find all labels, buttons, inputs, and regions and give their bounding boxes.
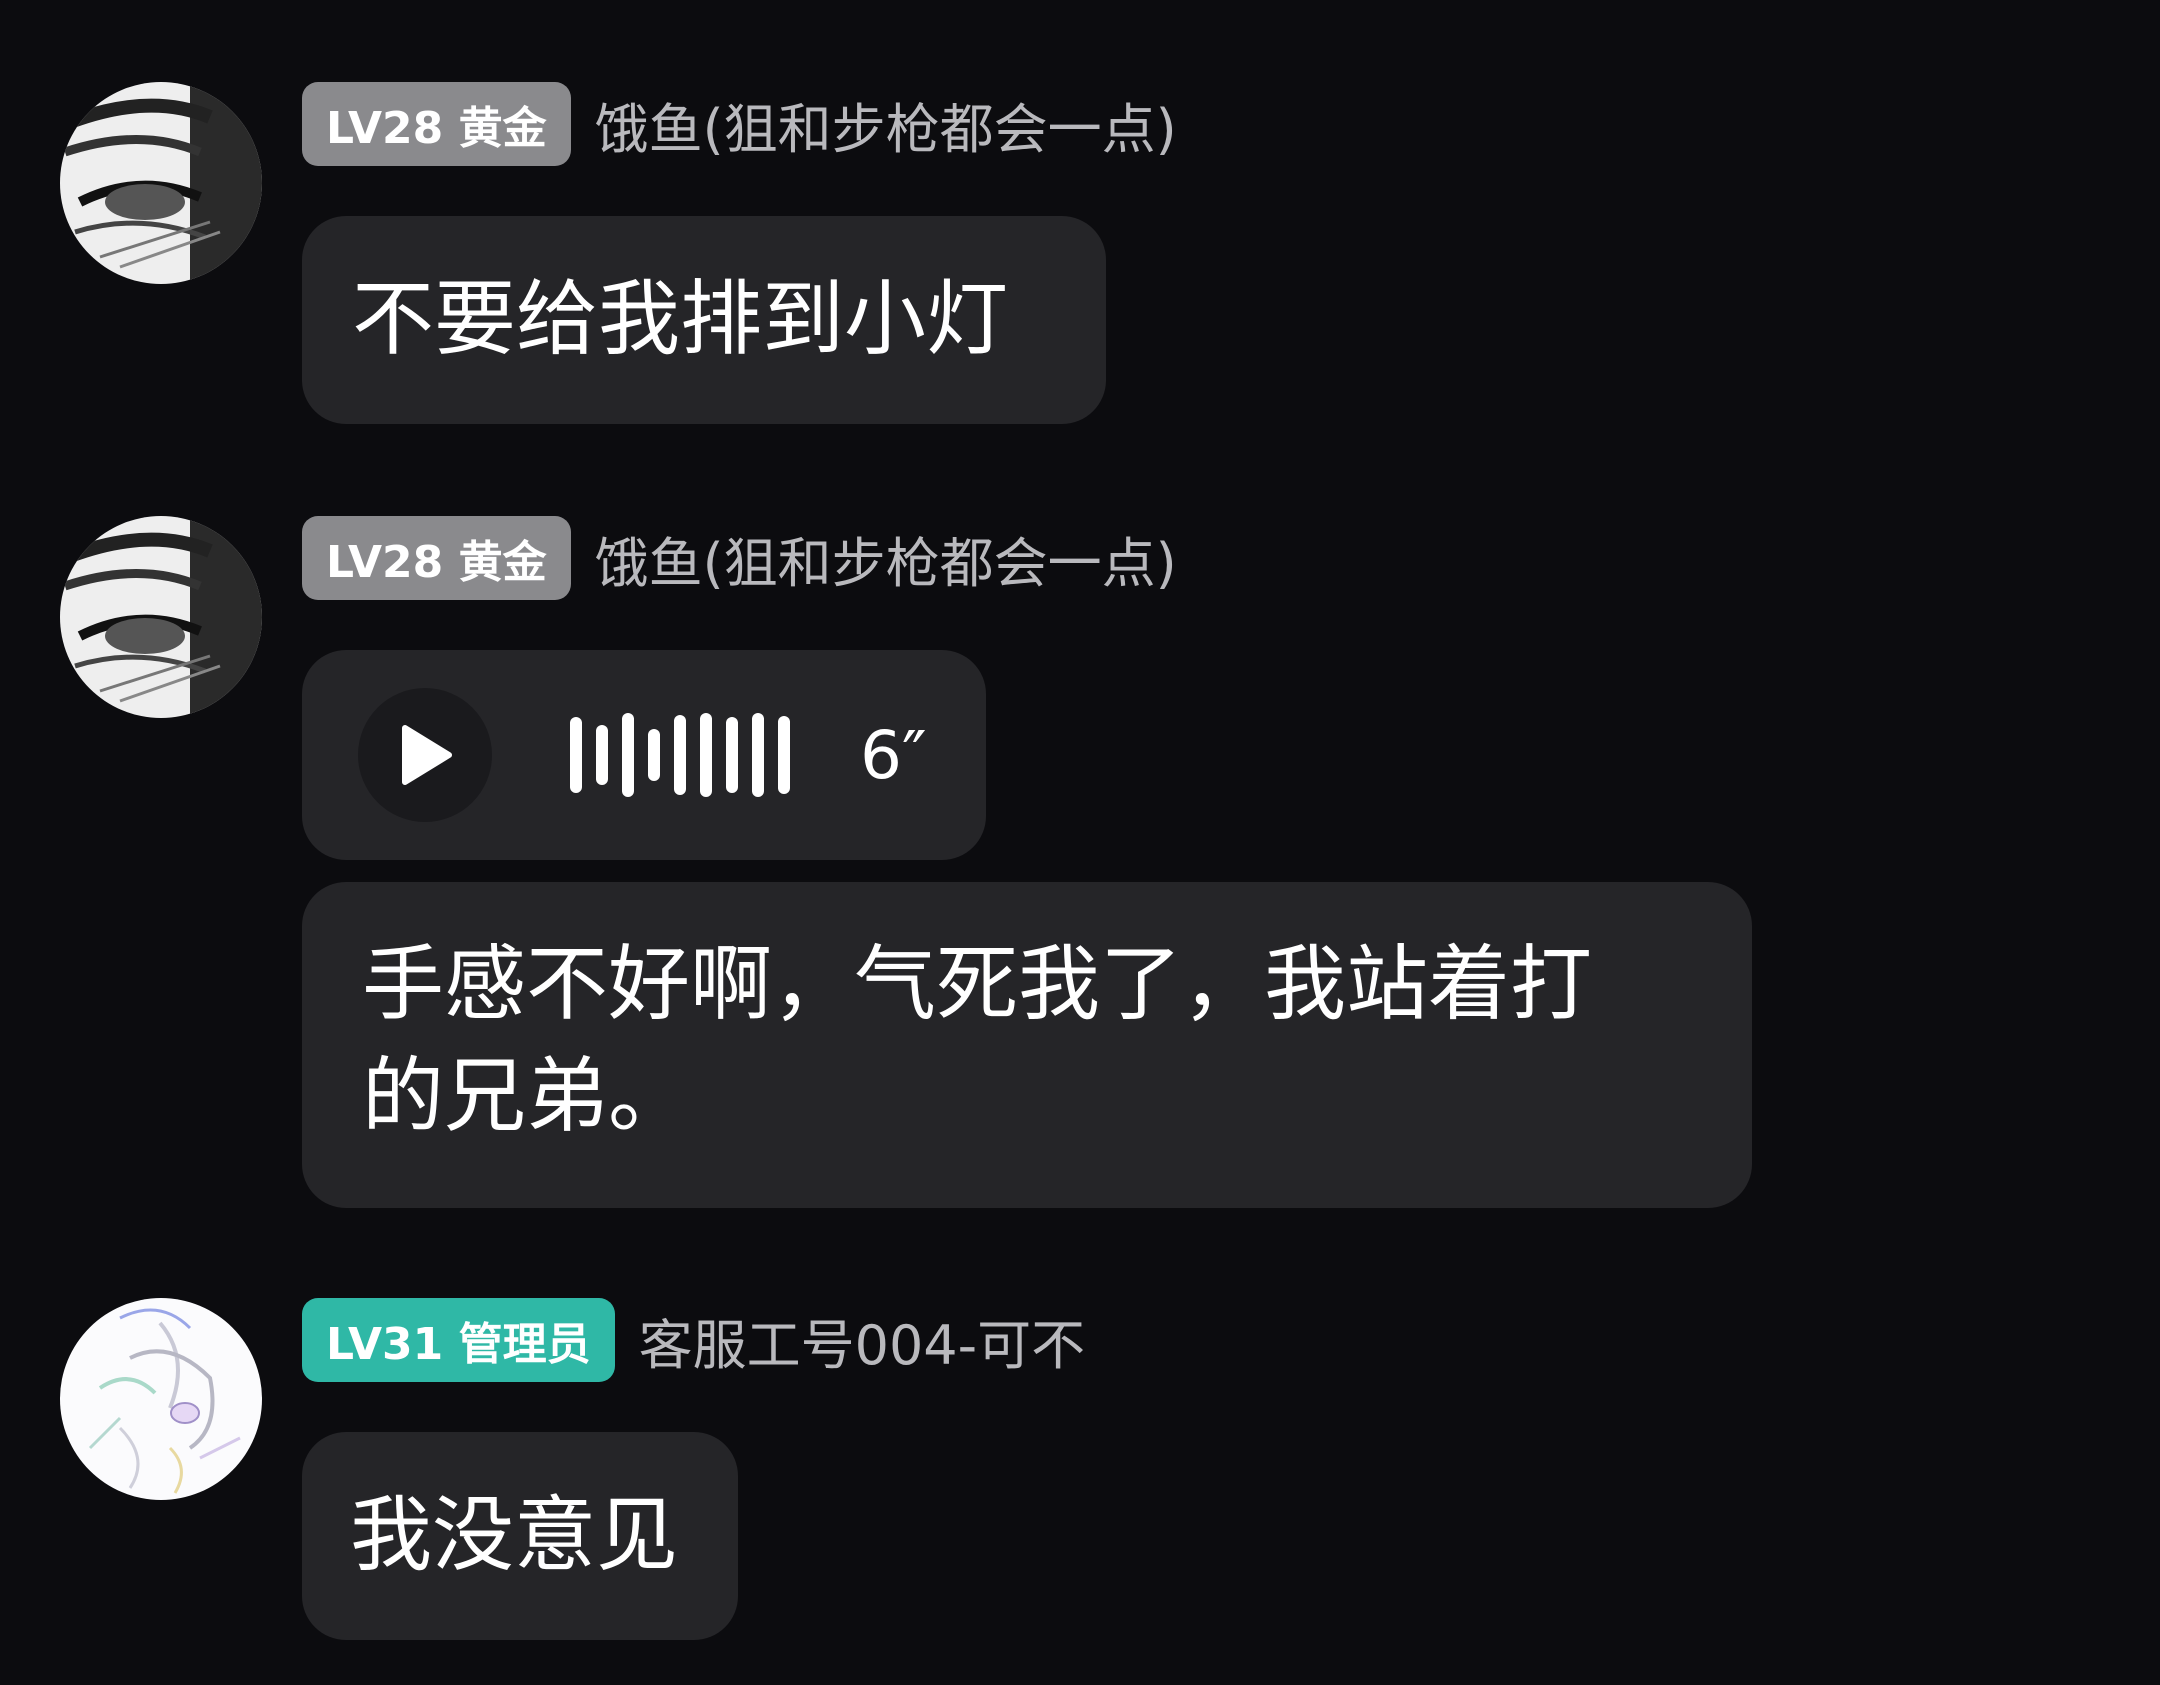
avatar[interactable]	[60, 516, 262, 718]
message-text-line: 手感不好啊，气死我了，我站着打	[362, 937, 1593, 1032]
username[interactable]: 客服工号004-可不	[639, 1301, 1086, 1380]
admin-badge: LV31 管理员	[302, 1298, 615, 1382]
message-text: 不要给我排到小灯	[352, 272, 1009, 367]
message-header: LV28 黄金 饿鱼(狙和步枪都会一点)	[302, 82, 1177, 166]
play-button[interactable]	[358, 688, 492, 822]
username[interactable]: 饿鱼(狙和步枪都会一点)	[595, 519, 1177, 598]
avatar[interactable]	[60, 1298, 262, 1500]
message-header: LV28 黄金 饿鱼(狙和步枪都会一点)	[302, 516, 1177, 600]
play-icon	[402, 725, 452, 785]
message-header: LV31 管理员 客服工号004-可不	[302, 1298, 1085, 1382]
voice-wave-icon	[570, 710, 790, 800]
message-bubble[interactable]: 我没意见	[302, 1432, 738, 1640]
avatar-sketch-eye-image	[60, 82, 262, 284]
avatar-sketch-character-image	[60, 1298, 262, 1500]
level-badge: LV28 黄金	[302, 82, 571, 166]
message-bubble[interactable]: 不要给我排到小灯	[302, 216, 1106, 424]
message-text-line: 的兄弟。	[362, 1049, 691, 1144]
voice-duration: 6″	[860, 716, 927, 794]
avatar[interactable]	[60, 82, 262, 284]
message-text: 我没意见	[350, 1488, 679, 1583]
voice-message-bubble[interactable]: 6″	[302, 650, 986, 860]
level-badge: LV28 黄金	[302, 516, 571, 600]
avatar-sketch-eye-image	[60, 516, 262, 718]
message-bubble[interactable]: 手感不好啊，气死我了，我站着打 的兄弟。	[302, 882, 1752, 1208]
username[interactable]: 饿鱼(狙和步枪都会一点)	[595, 85, 1177, 164]
